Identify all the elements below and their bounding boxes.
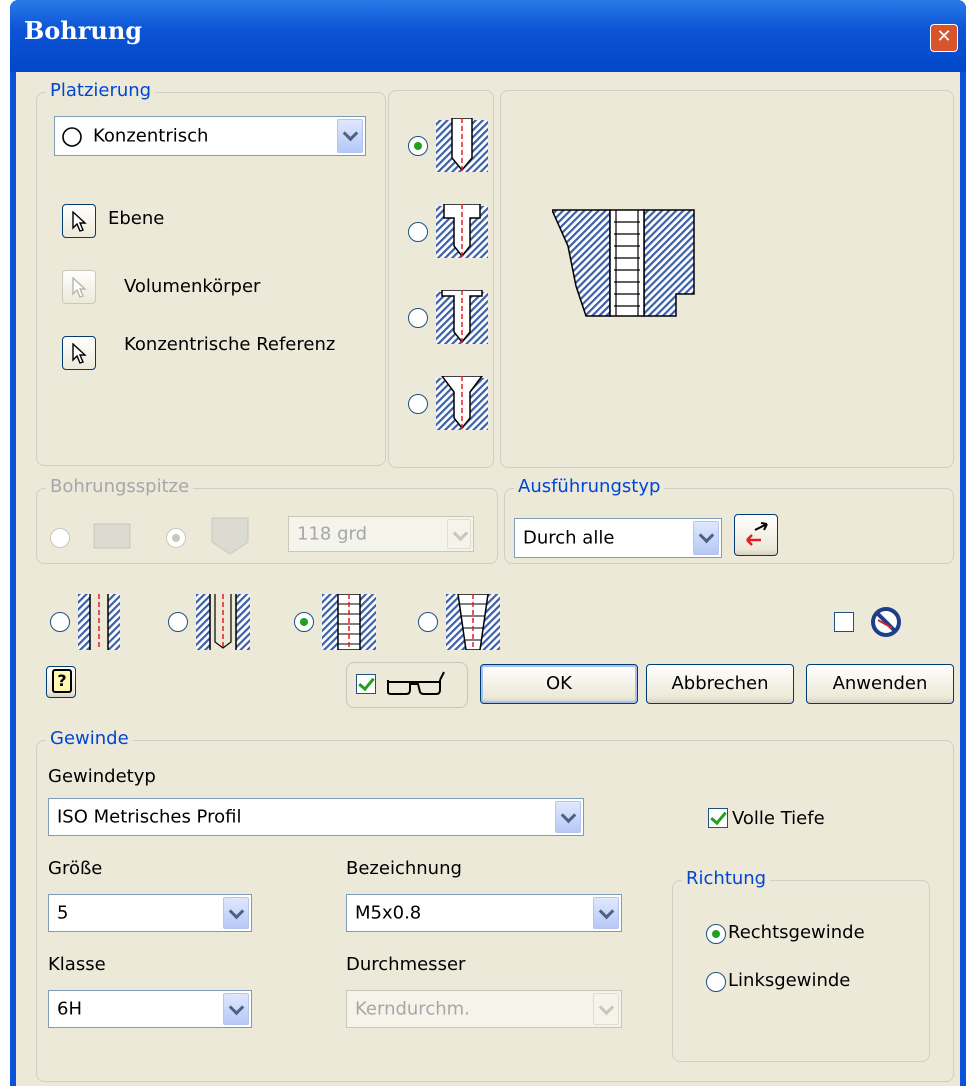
flat-point-icon: [93, 523, 131, 549]
cursor-icon: [71, 343, 87, 365]
select-concentric-reference-label: Konzentrische Referenz: [124, 334, 336, 355]
chevron-down-icon: [555, 801, 581, 833]
full-depth-label: Volle Tiefe: [732, 808, 825, 829]
left-hand-thread-radio[interactable]: [706, 972, 726, 992]
flip-direction-button[interactable]: [734, 514, 778, 556]
chevron-down-icon: [593, 897, 619, 929]
designation-label: Bezeichnung: [346, 858, 462, 879]
hole-preview-image: [552, 209, 695, 317]
dialog-client: Platzierung Konzentrisch Ebene Volumenkö…: [16, 72, 960, 1086]
size-select[interactable]: 5: [48, 894, 252, 932]
diameter-label: Durchmesser: [346, 954, 466, 975]
taper-tapped-hole-icon: [446, 594, 500, 650]
no-entry-icon[interactable]: [870, 606, 902, 638]
extra-option-checkbox[interactable]: [834, 612, 854, 632]
chevron-down-icon: [223, 993, 249, 1025]
hole-kind-clearance-radio[interactable]: [168, 612, 188, 632]
class-select[interactable]: 6H: [48, 990, 252, 1028]
help-button[interactable]: ?: [46, 666, 76, 698]
dialog-window: Bohrung ✕ Platzierung Konzentrisch Ebene…: [10, 0, 966, 1086]
placement-type-value: Konzentrisch: [93, 125, 209, 147]
countersink-hole-icon: [436, 376, 488, 430]
counterbore-hole-icon: [436, 204, 488, 258]
drill-point-angle-value: 118 grd: [297, 523, 368, 545]
hole-type-countersink-radio[interactable]: [408, 394, 428, 414]
ok-button[interactable]: OK: [480, 664, 638, 704]
tapped-hole-icon: [322, 594, 376, 650]
cancel-button[interactable]: Abbrechen: [646, 664, 794, 704]
chevron-down-icon: [693, 521, 719, 555]
size-value: 5: [57, 902, 69, 924]
select-concentric-reference-button[interactable]: [62, 336, 96, 370]
drill-point-legend: Bohrungsspitze: [46, 476, 194, 497]
clearance-hole-icon: [196, 594, 250, 650]
size-label: Größe: [48, 858, 103, 879]
close-icon: ✕: [936, 26, 952, 47]
drill-point-angle-field: 118 grd: [288, 516, 474, 552]
hole-kind-simple-radio[interactable]: [50, 612, 70, 632]
preview-checkbox[interactable]: [356, 674, 376, 694]
drill-point-flat-radio: [50, 528, 70, 548]
thread-type-value: ISO Metrisches Profil: [57, 806, 242, 828]
simple-hole-icon: [78, 594, 120, 650]
select-plane-button[interactable]: [62, 204, 96, 238]
hole-type-simple-radio[interactable]: [408, 136, 428, 156]
select-solid-label: Volumenkörper: [124, 276, 261, 297]
close-button[interactable]: ✕: [930, 24, 958, 52]
apply-button[interactable]: Anwenden: [806, 664, 954, 704]
drill-point-angle-radio: [166, 528, 186, 548]
spotface-hole-icon: [436, 290, 488, 344]
circle-icon: [62, 127, 82, 147]
termination-legend: Ausführungstyp: [514, 476, 665, 497]
simple-drill-hole-icon: [436, 118, 488, 172]
hole-kind-tapped-radio[interactable]: [294, 612, 314, 632]
chevron-down-icon: [593, 993, 619, 1025]
glasses-icon: [387, 671, 445, 695]
direction-legend: Richtung: [682, 868, 771, 889]
termination-select[interactable]: Durch alle: [514, 518, 722, 558]
diameter-value: Kerndurchm.: [355, 998, 470, 1020]
diameter-select: Kerndurchm.: [346, 990, 622, 1028]
window-title: Bohrung: [24, 16, 143, 45]
designation-value: M5x0.8: [355, 902, 422, 924]
help-icon: ?: [52, 669, 72, 693]
select-solid-button: [62, 270, 96, 304]
thread-legend: Gewinde: [46, 728, 133, 749]
thread-type-label: Gewindetyp: [48, 766, 156, 787]
class-value: 6H: [57, 998, 82, 1020]
flip-direction-icon: [746, 522, 768, 546]
chevron-down-icon: [337, 119, 363, 153]
placement-type-select[interactable]: Konzentrisch: [54, 116, 366, 156]
title-bar[interactable]: Bohrung ✕: [10, 0, 966, 72]
termination-value: Durch alle: [523, 527, 615, 549]
chevron-right-icon: [447, 519, 471, 549]
placement-legend: Platzierung: [46, 80, 156, 101]
angle-point-icon: [211, 517, 249, 555]
cursor-icon: [71, 211, 87, 233]
hole-type-spotface-radio[interactable]: [408, 308, 428, 328]
class-label: Klasse: [48, 954, 106, 975]
select-plane-label: Ebene: [108, 208, 165, 229]
right-hand-thread-label: Rechtsgewinde: [728, 922, 865, 943]
hole-kind-taper-tapped-radio[interactable]: [418, 612, 438, 632]
right-hand-thread-radio[interactable]: [706, 924, 726, 944]
thread-type-select[interactable]: ISO Metrisches Profil: [48, 798, 584, 836]
hole-type-counterbore-radio[interactable]: [408, 222, 428, 242]
designation-select[interactable]: M5x0.8: [346, 894, 622, 932]
cursor-icon: [71, 277, 87, 299]
full-depth-checkbox[interactable]: [708, 808, 728, 828]
left-hand-thread-label: Linksgewinde: [728, 970, 851, 991]
chevron-down-icon: [223, 897, 249, 929]
